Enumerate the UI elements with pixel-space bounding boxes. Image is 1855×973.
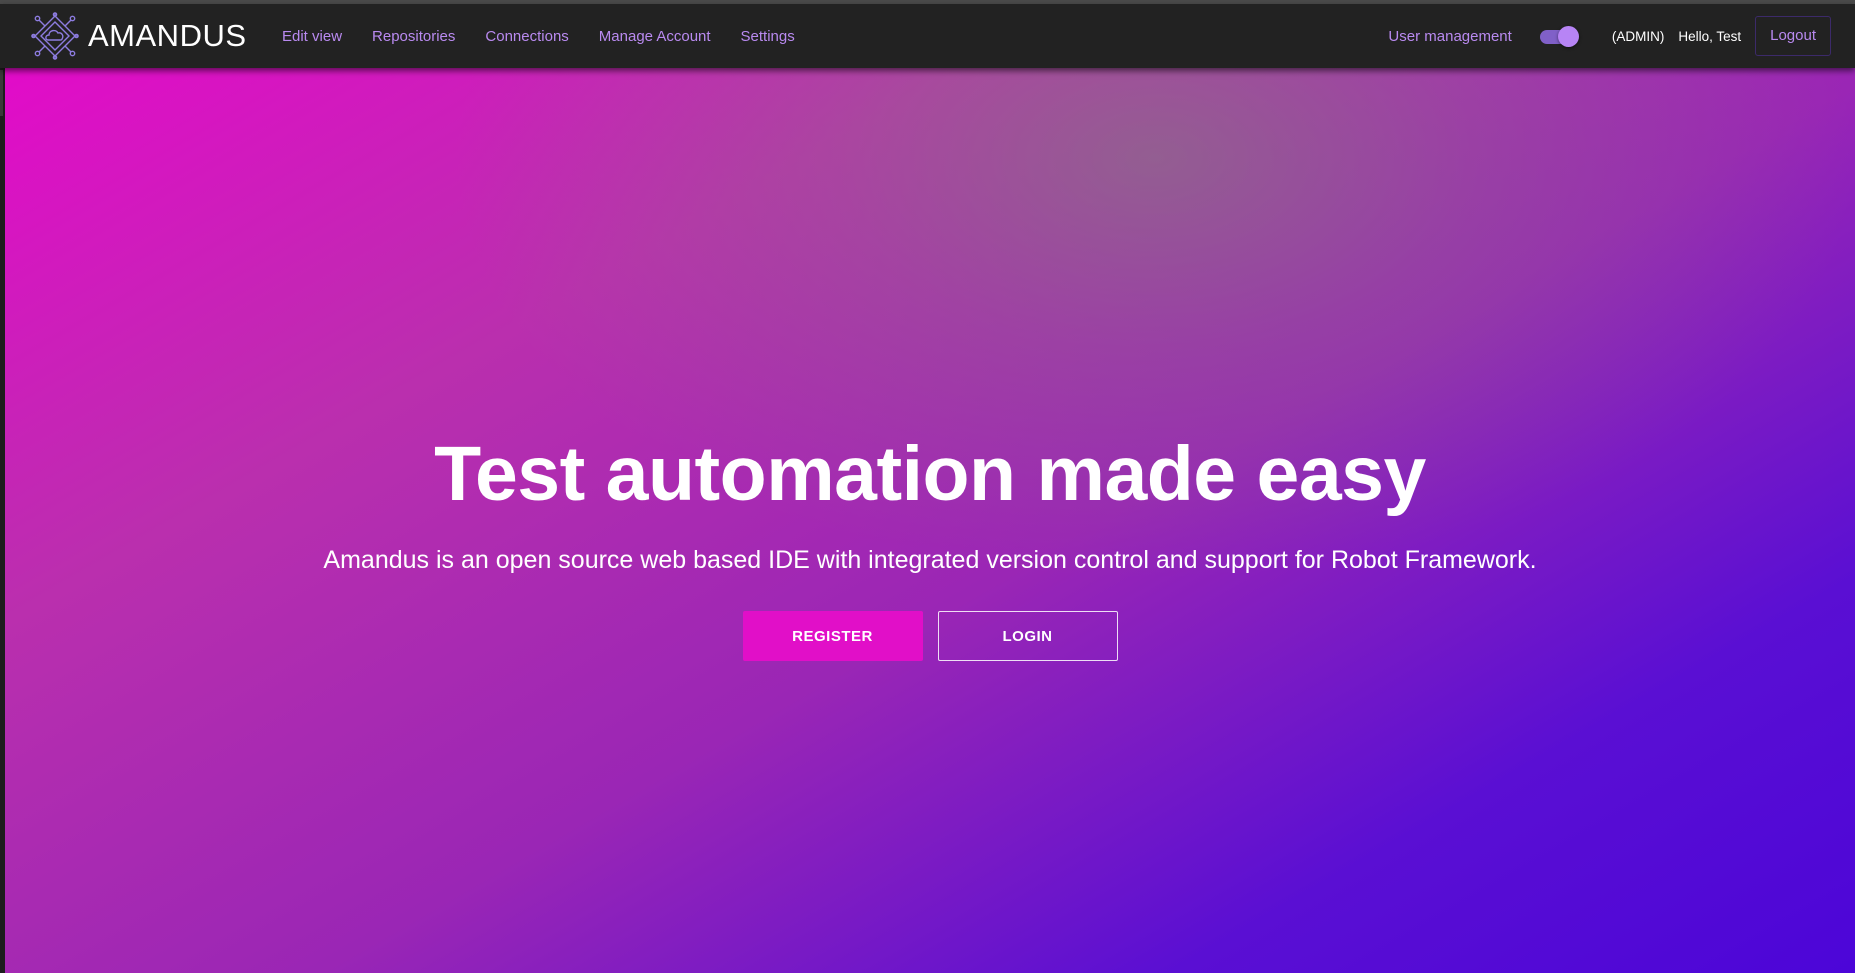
- hero-actions: REGISTER LOGIN: [5, 611, 1855, 661]
- register-button[interactable]: REGISTER: [742, 611, 923, 661]
- user-greeting: Hello, Test: [1678, 28, 1742, 44]
- nav-link-repositories[interactable]: Repositories: [372, 28, 455, 45]
- nav-link-edit-view[interactable]: Edit view: [282, 28, 342, 45]
- nav-link-manage-account[interactable]: Manage Account: [599, 28, 711, 45]
- hero-title: Test automation made easy: [434, 431, 1426, 517]
- nav-link-user-management[interactable]: User management: [1388, 28, 1511, 45]
- brand-name: AMANDUS: [88, 18, 247, 53]
- main-nav: Edit view Repositories Connections Manag…: [282, 4, 825, 68]
- circuit-cloud-icon: [31, 12, 79, 60]
- user-role-label: (ADMIN): [1611, 28, 1665, 44]
- theme-toggle-switch[interactable]: [1539, 26, 1579, 47]
- hero-background-glow: [5, 68, 1855, 973]
- top-navbar: AMANDUS Edit view Repositories Connectio…: [0, 4, 1855, 68]
- nav-link-settings[interactable]: Settings: [741, 28, 795, 45]
- nav-link-connections[interactable]: Connections: [485, 28, 568, 45]
- nav-user-area: User management (ADMIN) Hello, Test Logo…: [1388, 4, 1831, 68]
- login-button[interactable]: LOGIN: [937, 611, 1118, 661]
- brand-logo-link[interactable]: AMANDUS: [31, 12, 247, 60]
- hero-section: Test automation made easy Amandus is an …: [5, 68, 1855, 973]
- left-window-edge: [0, 68, 5, 973]
- toggle-thumb: [1557, 26, 1579, 47]
- left-edge-handle: [0, 70, 3, 116]
- logout-button[interactable]: Logout: [1755, 16, 1831, 56]
- hero-subtitle: Amandus is an open source web based IDE …: [323, 546, 1537, 574]
